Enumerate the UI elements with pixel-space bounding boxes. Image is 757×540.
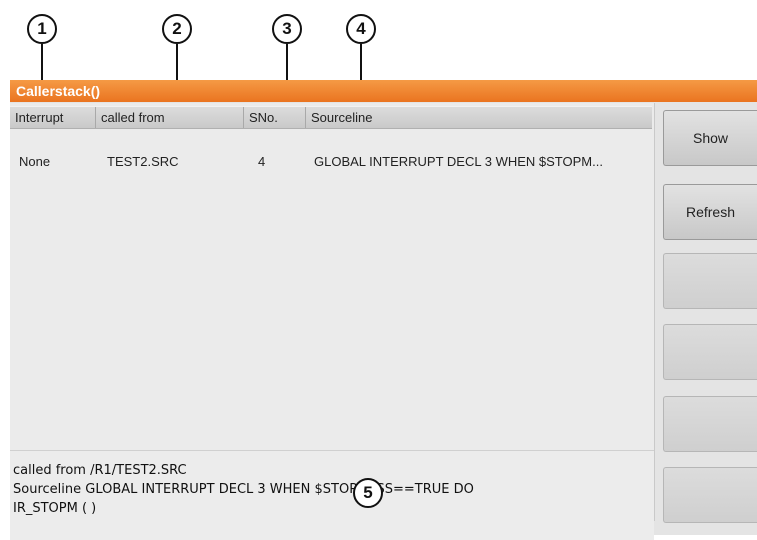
softkey-5[interactable]: [663, 396, 757, 452]
softkey-4[interactable]: [663, 324, 757, 380]
detail-panel: called from /R1/TEST2.SRC Sourceline GLO…: [10, 450, 654, 540]
softkey-6[interactable]: [663, 467, 757, 523]
callout-3: 3: [272, 14, 302, 44]
cell-called-from: TEST2.SRC: [107, 154, 179, 169]
show-button[interactable]: Show: [663, 110, 757, 166]
detail-called-from: called from /R1/TEST2.SRC: [13, 463, 187, 478]
callout-1: 1: [27, 14, 57, 44]
callout-2: 2: [162, 14, 192, 44]
cell-sourceline: GLOBAL INTERRUPT DECL 3 WHEN $STOPM...: [314, 154, 603, 169]
column-header-called-from[interactable]: called from: [96, 107, 244, 128]
cell-interrupt: None: [19, 154, 51, 169]
callout-4: 4: [346, 14, 376, 44]
window-title: Callerstack(): [10, 80, 757, 102]
callout-5: 5: [353, 478, 383, 508]
cell-sno: 4: [258, 154, 266, 169]
refresh-button[interactable]: Refresh: [663, 184, 757, 240]
table-header: Interrupt called from SNo. Sourceline: [10, 106, 652, 129]
detail-sourceline-cont: IR_STOPM ( ): [13, 501, 97, 516]
table-row[interactable]: None TEST2.SRC 4 GLOBAL INTERRUPT DECL 3…: [10, 151, 652, 173]
column-header-sno[interactable]: SNo.: [244, 107, 306, 128]
column-header-sourceline[interactable]: Sourceline: [306, 107, 652, 128]
column-header-interrupt[interactable]: Interrupt: [10, 107, 96, 128]
softkey-3[interactable]: [663, 253, 757, 309]
detail-sourceline: Sourceline GLOBAL INTERRUPT DECL 3 WHEN …: [13, 482, 474, 497]
